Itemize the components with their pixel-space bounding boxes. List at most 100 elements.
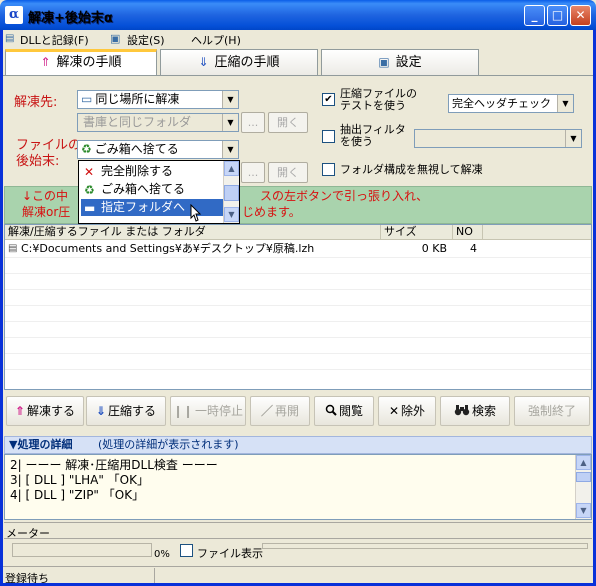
extract-icon: ⇑ [14, 404, 26, 418]
extract-button-label: 解凍する [27, 404, 76, 418]
row-file-name: C:¥Documents and Settings¥あ¥デスクトップ¥原稿.lz… [21, 242, 315, 255]
dest-browse-button[interactable]: ... [241, 112, 265, 133]
file-progress-bar [262, 543, 588, 549]
view-button[interactable]: 閲覧 [314, 396, 374, 426]
column-header-no[interactable]: NO [453, 225, 483, 240]
scroll-up-icon[interactable]: ▲ [576, 455, 591, 470]
dll-menu-icon: ▤ [5, 33, 15, 44]
menu-bar [0, 30, 596, 48]
progress-bar [12, 543, 152, 557]
menu-settings[interactable]: 設定(S) [127, 32, 165, 48]
dropdown-item-recycle-label: ごみ箱へ捨てる [101, 182, 186, 196]
file-list[interactable]: 解凍/圧縮するファイル または フォルダ サイズ NO ▤ C:¥Documen… [4, 224, 592, 390]
row-divider [5, 321, 591, 322]
file-cleanup-select[interactable]: ♻ ごみ箱へ捨てる ▼ [77, 140, 239, 159]
chevron-down-icon: ▼ [222, 141, 238, 158]
drop-hint-line1-right: スの左ボタンで引っ張り入れ、 [260, 189, 429, 203]
file-cleanup-dropdown[interactable]: ✕ 完全削除する ♻ ごみ箱へ捨てる ▬ 指定フォルダへ ▲ ▼ [78, 160, 240, 224]
detail-header[interactable]: ▼処理の詳細 (処理の詳細が表示されます) [4, 436, 592, 454]
force-stop-button[interactable]: 強制終了 [514, 396, 590, 426]
minimize-button[interactable]: _ [524, 5, 545, 26]
pause-icon: ❙❙ [172, 404, 194, 418]
dropdown-item-folder-label: 指定フォルダへ [101, 200, 186, 214]
download-icon: ⇓ [198, 55, 209, 69]
row-divider [5, 353, 591, 354]
log-line: 2| ーーー 解凍･圧縮用DLL検査 ーーー [10, 458, 218, 472]
pause-button[interactable]: ❙❙ 一時停止 [170, 396, 246, 426]
file-cleanup-value: ごみ箱へ捨てる [94, 142, 179, 156]
close-button[interactable]: ✕ [570, 5, 591, 26]
filter-checkbox[interactable] [322, 130, 335, 143]
row-divider [5, 273, 591, 274]
row-divider [5, 305, 591, 306]
meter-separator [4, 538, 592, 539]
dest-select[interactable]: ▭ 同じ場所に解凍 ▼ [77, 90, 239, 109]
compress-button-label: 圧縮する [108, 404, 157, 418]
folder-icon: ▬ [84, 201, 96, 215]
status-separator [154, 568, 155, 584]
menu-help[interactable]: ヘルプ(H) [191, 32, 241, 48]
maximize-button[interactable]: □ [547, 5, 568, 26]
dest-sub-select[interactable]: 書庫と同じフォルダ ▼ [77, 113, 239, 132]
ignore-folder-checkbox[interactable] [322, 163, 335, 176]
exclude-button[interactable]: ✕ 除外 [378, 396, 436, 426]
detail-log[interactable]: 2| ーーー 解凍･圧縮用DLL検査 ーーー 3| [ DLL ] "LHA" … [4, 454, 592, 520]
dest-value: 同じ場所に解凍 [95, 92, 180, 106]
file-icon: ▤ [8, 243, 18, 254]
close-icon: ✕ [575, 8, 586, 22]
exclude-button-label: 除外 [401, 404, 426, 418]
tab-extract[interactable]: ⇑ 解凍の手順 [5, 49, 157, 75]
settings-icon: ▣ [378, 55, 390, 69]
filter-label-line2: を使う [340, 135, 373, 148]
chevron-down-icon: ▼ [222, 91, 238, 108]
file-cleanup-label-line1: ファイルの [16, 138, 82, 153]
test-mode-select[interactable]: 完全ヘッダチェック ▼ [448, 94, 574, 113]
dest-open-button[interactable]: 開く [268, 112, 308, 133]
dropdown-scrollbar[interactable]: ▲ ▼ [223, 161, 239, 223]
resume-button[interactable]: ／再開 [250, 396, 310, 426]
view-button-label: 閲覧 [338, 404, 363, 418]
chevron-down-icon: ▼ [557, 95, 573, 112]
scroll-thumb[interactable] [576, 472, 591, 482]
drop-hint-line1-left: ↓この中 [22, 189, 69, 203]
tab-compress[interactable]: ⇓ 圧縮の手順 [160, 49, 318, 75]
log-scrollbar[interactable]: ▲ ▼ [575, 455, 591, 519]
dropdown-item-recycle[interactable]: ♻ ごみ箱へ捨てる [81, 181, 223, 198]
menu-dll-log[interactable]: DLLと記録(F) [20, 32, 89, 48]
tab-settings-label: 設定 [395, 55, 422, 70]
tab-settings[interactable]: ▣ 設定 [321, 49, 479, 75]
row-divider [5, 289, 591, 290]
scroll-thumb[interactable] [224, 185, 239, 201]
binoculars-icon [454, 404, 470, 418]
exclude-icon: ✕ [388, 404, 400, 418]
scroll-down-icon[interactable]: ▼ [224, 207, 239, 222]
test-mode-value: 完全ヘッダチェック [452, 97, 551, 110]
file-display-checkbox[interactable] [180, 544, 193, 557]
filter-select[interactable]: ▼ [414, 129, 582, 148]
test-checkbox[interactable]: ✔ [322, 93, 335, 106]
table-row[interactable]: ▤ C:¥Documents and Settings¥あ¥デスクトップ¥原稿.… [5, 241, 483, 257]
scroll-down-icon[interactable]: ▼ [576, 503, 591, 518]
pin-icon: ⇑ [40, 55, 51, 69]
file-open-button[interactable]: 開く [268, 162, 308, 183]
search-button[interactable]: 検索 [440, 396, 510, 426]
minimize-icon: _ [531, 8, 538, 22]
column-header-size[interactable]: サイズ [381, 225, 453, 240]
file-browse-button[interactable]: ... [241, 162, 265, 183]
file-display-label: ファイル表示 [197, 547, 263, 560]
detail-header-title: ▼処理の詳細 [9, 438, 73, 451]
row-size: 0 KB [421, 242, 447, 255]
extract-button[interactable]: ⇑ 解凍する [6, 396, 84, 426]
chevron-down-icon: ▼ [222, 114, 238, 131]
file-cleanup-label: ファイルの 後始末: [16, 138, 81, 170]
maximize-icon: □ [551, 8, 564, 22]
dropdown-item-delete[interactable]: ✕ 完全削除する [81, 163, 223, 180]
scroll-up-icon[interactable]: ▲ [224, 161, 239, 176]
compress-button[interactable]: ⇓ 圧縮する [86, 396, 166, 426]
test-label-line2: テストを使う [340, 99, 406, 112]
window-frame-left [0, 30, 3, 586]
dest-label: 解凍先: [14, 95, 58, 110]
dropdown-item-delete-label: 完全削除する [101, 164, 174, 178]
file-cleanup-label-line2: 後始末: [16, 154, 60, 169]
row-divider [5, 369, 591, 370]
